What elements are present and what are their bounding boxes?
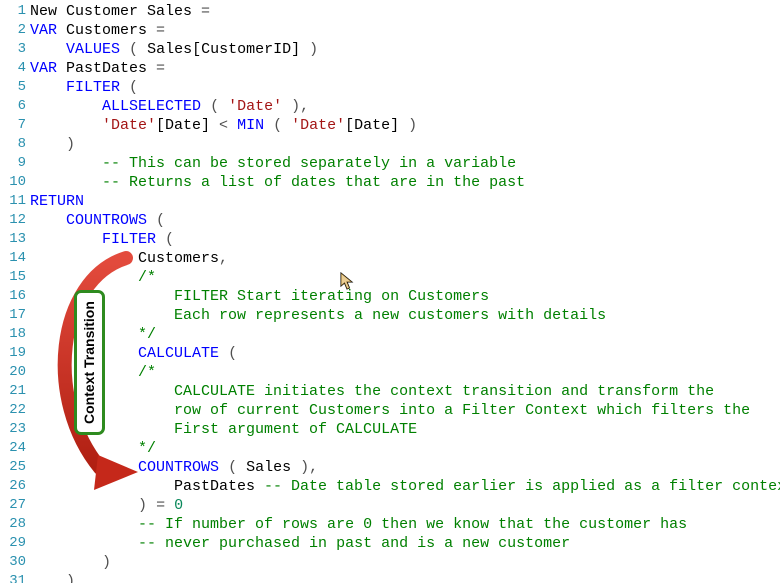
code-content[interactable]: VAR PastDates = — [30, 59, 780, 78]
code-line[interactable]: 21 CALCULATE initiates the context trans… — [0, 382, 780, 401]
line-number: 2 — [0, 21, 30, 40]
code-line[interactable]: 19 CALCULATE ( — [0, 344, 780, 363]
line-number: 9 — [0, 154, 30, 173]
line-number: 18 — [0, 325, 30, 344]
code-line[interactable]: 24 */ — [0, 439, 780, 458]
code-content[interactable]: /* — [30, 363, 780, 382]
line-number: 30 — [0, 553, 30, 572]
line-number: 1 — [0, 2, 30, 21]
code-line[interactable]: 30 ) — [0, 553, 780, 572]
line-number: 20 — [0, 363, 30, 382]
code-content[interactable]: -- never purchased in past and is a new … — [30, 534, 780, 553]
line-number: 24 — [0, 439, 30, 458]
line-number: 19 — [0, 344, 30, 363]
code-content[interactable]: ALLSELECTED ( 'Date' ), — [30, 97, 780, 116]
line-number: 25 — [0, 458, 30, 477]
code-line[interactable]: 15 /* — [0, 268, 780, 287]
line-number: 4 — [0, 59, 30, 78]
line-number: 11 — [0, 192, 30, 211]
line-number: 5 — [0, 78, 30, 97]
code-content[interactable]: */ — [30, 439, 780, 458]
code-line[interactable]: 26 PastDates -- Date table stored earlie… — [0, 477, 780, 496]
code-line[interactable]: 5 FILTER ( — [0, 78, 780, 97]
code-line[interactable]: 20 /* — [0, 363, 780, 382]
code-line[interactable]: 22 row of current Customers into a Filte… — [0, 401, 780, 420]
code-line[interactable]: 11RETURN — [0, 192, 780, 211]
code-line[interactable]: 27 ) = 0 — [0, 496, 780, 515]
code-content[interactable]: -- If number of rows are 0 then we know … — [30, 515, 780, 534]
code-line[interactable]: 18 */ — [0, 325, 780, 344]
code-content[interactable]: New Customer Sales = — [30, 2, 780, 21]
code-content[interactable]: ) — [30, 572, 780, 583]
code-line[interactable]: 23 First argument of CALCULATE — [0, 420, 780, 439]
code-line[interactable]: 29 -- never purchased in past and is a n… — [0, 534, 780, 553]
code-line[interactable]: 8 ) — [0, 135, 780, 154]
code-line[interactable]: 7 'Date'[Date] < MIN ( 'Date'[Date] ) — [0, 116, 780, 135]
code-content[interactable]: -- Returns a list of dates that are in t… — [30, 173, 780, 192]
code-content[interactable]: Customers, — [30, 249, 780, 268]
line-number: 12 — [0, 211, 30, 230]
line-number: 23 — [0, 420, 30, 439]
line-number: 22 — [0, 401, 30, 420]
code-content[interactable]: 'Date'[Date] < MIN ( 'Date'[Date] ) — [30, 116, 780, 135]
line-number: 26 — [0, 477, 30, 496]
code-content[interactable]: Each row represents a new customers with… — [30, 306, 780, 325]
code-line[interactable]: 31 ) — [0, 572, 780, 583]
code-content[interactable]: row of current Customers into a Filter C… — [30, 401, 780, 420]
code-content[interactable]: RETURN — [30, 192, 780, 211]
code-line[interactable]: 1New Customer Sales = — [0, 2, 780, 21]
code-line[interactable]: 17 Each row represents a new customers w… — [0, 306, 780, 325]
line-number: 13 — [0, 230, 30, 249]
line-number: 10 — [0, 173, 30, 192]
code-line[interactable]: 4VAR PastDates = — [0, 59, 780, 78]
line-number: 14 — [0, 249, 30, 268]
line-number: 21 — [0, 382, 30, 401]
code-content[interactable]: -- This can be stored separately in a va… — [30, 154, 780, 173]
code-content[interactable]: VAR Customers = — [30, 21, 780, 40]
code-line[interactable]: 10 -- Returns a list of dates that are i… — [0, 173, 780, 192]
line-number: 29 — [0, 534, 30, 553]
code-line[interactable]: 14 Customers, — [0, 249, 780, 268]
code-line[interactable]: 6 ALLSELECTED ( 'Date' ), — [0, 97, 780, 116]
code-content[interactable]: First argument of CALCULATE — [30, 420, 780, 439]
line-number: 7 — [0, 116, 30, 135]
line-number: 17 — [0, 306, 30, 325]
code-content[interactable]: /* — [30, 268, 780, 287]
code-content[interactable]: FILTER ( — [30, 78, 780, 97]
code-line[interactable]: 16 FILTER Start iterating on Customers — [0, 287, 780, 306]
code-content[interactable]: VALUES ( Sales[CustomerID] ) — [30, 40, 780, 59]
code-content[interactable]: PastDates -- Date table stored earlier i… — [30, 477, 780, 496]
code-content[interactable]: FILTER Start iterating on Customers — [30, 287, 780, 306]
code-content[interactable]: ) — [30, 553, 780, 572]
line-number: 28 — [0, 515, 30, 534]
code-line[interactable]: 13 FILTER ( — [0, 230, 780, 249]
code-line[interactable]: 9 -- This can be stored separately in a … — [0, 154, 780, 173]
line-number: 31 — [0, 572, 30, 583]
line-number: 16 — [0, 287, 30, 306]
code-content[interactable]: ) = 0 — [30, 496, 780, 515]
code-line[interactable]: 2VAR Customers = — [0, 21, 780, 40]
code-content[interactable]: CALCULATE ( — [30, 344, 780, 363]
line-number: 3 — [0, 40, 30, 59]
code-content[interactable]: */ — [30, 325, 780, 344]
code-line[interactable]: 3 VALUES ( Sales[CustomerID] ) — [0, 40, 780, 59]
line-number: 8 — [0, 135, 30, 154]
code-content[interactable]: COUNTROWS ( Sales ), — [30, 458, 780, 477]
line-number: 15 — [0, 268, 30, 287]
code-content[interactable]: COUNTROWS ( — [30, 211, 780, 230]
code-content[interactable]: FILTER ( — [30, 230, 780, 249]
code-line[interactable]: 28 -- If number of rows are 0 then we kn… — [0, 515, 780, 534]
code-line[interactable]: 25 COUNTROWS ( Sales ), — [0, 458, 780, 477]
code-line[interactable]: 12 COUNTROWS ( — [0, 211, 780, 230]
line-number: 6 — [0, 97, 30, 116]
code-editor[interactable]: 1New Customer Sales =2VAR Customers =3 V… — [0, 0, 780, 583]
code-content[interactable]: ) — [30, 135, 780, 154]
code-content[interactable]: CALCULATE initiates the context transiti… — [30, 382, 780, 401]
line-number: 27 — [0, 496, 30, 515]
